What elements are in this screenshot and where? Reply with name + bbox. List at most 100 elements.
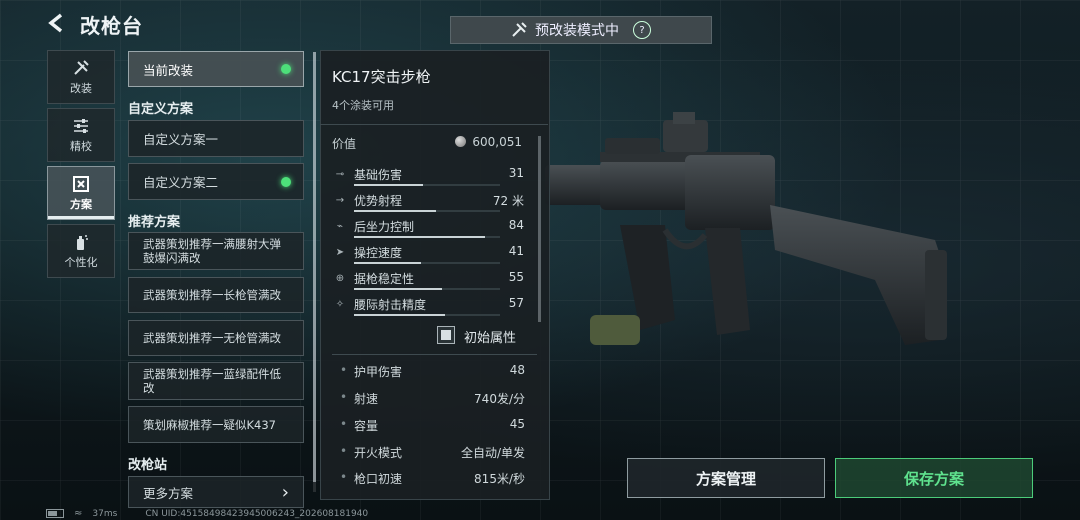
plan-custom-1[interactable]: 自定义方案一 [128,120,304,157]
more-plans-button[interactable]: 更多方案 › [128,476,304,508]
property-value: 740发/分 [474,392,525,406]
tab-personalize[interactable]: 个性化 [47,224,115,278]
tools-icon [512,22,527,37]
stat-bar-fill [354,210,436,212]
property-value: 48 [509,363,525,377]
stat-row[interactable]: ⊕ 据枪稳定性 55 [332,270,524,290]
plan-list-scrollbar-thumb[interactable] [313,52,316,482]
blueprint-icon [73,175,89,192]
plan-label: 自定义方案一 [143,132,219,147]
stat-label: 腰际射击精度 [354,298,427,312]
base-stats-checkbox[interactable] [437,326,455,344]
stat-label: 基础伤害 [354,168,403,182]
tab-modify[interactable]: 改装 [47,50,115,104]
weapon-render [545,112,947,345]
stat-bar-fill [354,184,423,186]
stat-row[interactable]: → 优势射程 72 米 [332,192,524,212]
stat-bar [354,262,500,264]
stat-value: 84 [508,218,524,232]
mod-station-heading: 改枪站 [128,458,168,473]
help-icon[interactable]: ? [633,21,651,39]
weapon-name: KC17突击步枪 [332,68,431,86]
stat-value: 41 [508,244,524,258]
ping-readout: 37ms [92,508,118,519]
value-row: 价值 600,051 [332,135,522,152]
plan-custom-2[interactable]: 自定义方案二 [128,163,304,200]
stat-bar [354,314,500,316]
stat-bar [354,288,500,290]
stat-bar-fill [354,314,445,316]
stat-bar [354,184,500,186]
save-plan-button[interactable]: 保存方案 [835,458,1033,498]
tab-label: 方案 [70,197,92,211]
stat-bar-fill [354,288,442,290]
recommended-plans-heading: 推荐方案 [128,215,181,230]
plan-label: 武器策划推荐一满腰射大弹鼓爆闪满改 [143,237,281,265]
stat-row[interactable]: ⊸ 基础伤害 31 [332,166,524,186]
uid-text: CN UID:45158498423945006243_202608181940 [145,508,369,519]
battery-icon [46,509,64,518]
property-value: 815米/秒 [474,472,525,486]
recoil-icon: ⌁ [336,221,344,232]
stat-value: 31 [508,166,524,180]
plan-label: 自定义方案二 [143,175,219,190]
property-value: 45 [509,417,525,431]
chevron-right-icon: › [281,481,289,503]
value-amount-wrap: 600,051 [455,135,522,152]
bullet-icon: • [340,470,348,484]
base-stats-label: 初始属性 [464,331,517,346]
property-label: 开火模式 [354,446,403,460]
property-label: 容量 [354,419,379,433]
more-plans-label: 更多方案 [143,485,194,501]
wifi-icon: ≈ [74,508,83,519]
bullet-icon: • [340,417,348,431]
stat-row[interactable]: ✧ 腰际射击精度 57 [332,296,524,316]
stat-label: 据枪稳定性 [354,272,415,286]
back-arrow-icon[interactable] [46,12,68,34]
wrench-screwdriver-icon [74,59,89,75]
skins-available[interactable]: 4个涂装可用 [332,97,394,113]
plan-label: 武器策划推荐一无枪管满改 [143,331,281,345]
hipfire-icon: ✧ [335,299,345,310]
stability-icon: ⊕ [335,273,345,284]
plan-recommended-2[interactable]: 武器策划推荐一长枪管满改 [128,277,304,313]
stat-bar-fill [354,262,422,264]
custom-plans-heading: 自定义方案 [128,102,194,117]
stat-value: 55 [508,270,524,284]
plan-label: 武器策划推荐一长枪管满改 [143,288,281,302]
damage-icon: ⊸ [335,169,345,180]
tab-plans[interactable]: 方案 [47,166,115,220]
property-label: 射速 [354,392,379,406]
tab-tuning[interactable]: 精校 [47,108,115,162]
stat-label: 操控速度 [354,246,403,260]
tab-label: 精校 [70,139,92,153]
plan-current[interactable]: 当前改装 [128,51,304,87]
plan-manage-button[interactable]: 方案管理 [627,458,825,498]
bullet-icon: • [340,444,348,458]
plan-recommended-3[interactable]: 武器策划推荐一无枪管满改 [128,320,304,356]
stat-label: 优势射程 [354,194,403,208]
tab-label: 个性化 [64,255,98,269]
plan-recommended-4[interactable]: 武器策划推荐一蓝绿配件低改 [128,362,304,400]
status-footer: ≈ 37ms CN UID:45158498423945006243_20260… [46,508,368,519]
plan-recommended-5[interactable]: 策划麻椒推荐一疑似K437 [128,406,304,443]
plan-recommended-1[interactable]: 武器策划推荐一满腰射大弹鼓爆闪满改 [128,232,304,270]
value-amount: 600,051 [472,135,522,149]
property-value: 全自动/单发 [460,446,525,460]
plan-label: 策划麻椒推荐一疑似K437 [143,417,276,432]
stat-bar [354,210,500,212]
bullet-icon: • [340,363,348,377]
stat-row[interactable]: ➤ 操控速度 41 [332,244,524,264]
property-label: 枪口初速 [354,472,403,486]
equipped-indicator [281,176,291,187]
stats-scrollbar[interactable] [538,136,541,322]
property-label: 护甲伤害 [354,365,403,379]
value-label: 价值 [332,137,357,151]
plan-label: 武器策划推荐一蓝绿配件低改 [143,367,281,395]
sliders-icon [74,118,88,133]
stat-value: 72 米 [492,194,524,208]
stat-row[interactable]: ⌁ 后坐力控制 84 [332,218,524,238]
pre-modify-mode-banner[interactable]: 预改装模式中 ? [450,16,712,44]
bullet-icon: • [340,390,348,404]
plan-label: 当前改装 [143,62,194,78]
